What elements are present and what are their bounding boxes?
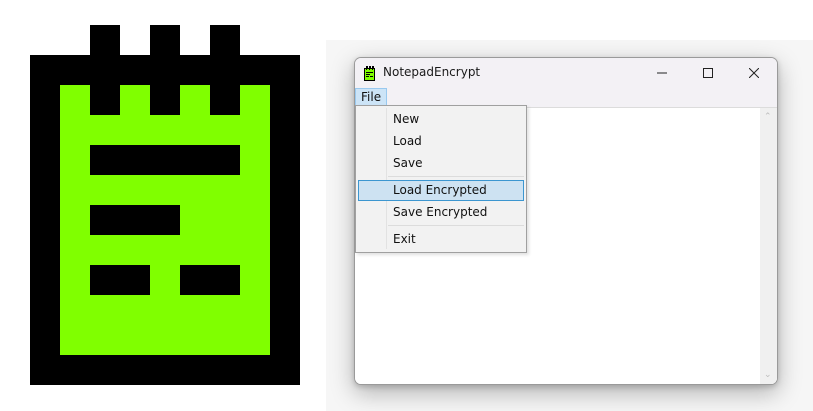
close-button[interactable] bbox=[731, 58, 777, 88]
title-bar[interactable]: NotepadEncrypt bbox=[355, 58, 777, 88]
notepad-logo-icon bbox=[30, 25, 300, 385]
file-menu-dropdown: New Load Save Load Encrypted Save Encryp… bbox=[355, 105, 527, 253]
menu-item-exit[interactable]: Exit bbox=[358, 229, 524, 250]
maximize-icon bbox=[703, 68, 713, 78]
menu-item-save-encrypted[interactable]: Save Encrypted bbox=[358, 202, 524, 223]
scroll-down-icon[interactable]: ⌄ bbox=[764, 370, 772, 380]
menu-item-new[interactable]: New bbox=[358, 109, 524, 130]
menu-item-label: Save bbox=[393, 156, 423, 170]
menu-item-label: Exit bbox=[393, 232, 416, 246]
scroll-up-icon[interactable]: ⌃ bbox=[764, 112, 772, 122]
menu-item-label: Load Encrypted bbox=[393, 183, 487, 197]
minimize-icon bbox=[657, 72, 667, 74]
window-title: NotepadEncrypt bbox=[383, 65, 481, 79]
close-icon bbox=[749, 68, 759, 78]
minimize-button[interactable] bbox=[639, 58, 685, 88]
menu-item-label: New bbox=[393, 112, 420, 126]
menu-item-load[interactable]: Load bbox=[358, 131, 524, 152]
notepad-icon bbox=[364, 66, 375, 81]
app-logo bbox=[30, 25, 300, 385]
menu-item-label: Save Encrypted bbox=[393, 205, 488, 219]
maximize-button[interactable] bbox=[685, 58, 731, 88]
menu-item-save[interactable]: Save bbox=[358, 153, 524, 174]
vertical-scrollbar[interactable]: ⌃ ⌄ bbox=[760, 108, 777, 384]
menu-separator bbox=[388, 176, 524, 177]
menu-item-label: Load bbox=[393, 134, 422, 148]
menu-item-load-encrypted[interactable]: Load Encrypted bbox=[358, 180, 524, 201]
menu-separator bbox=[388, 225, 524, 226]
